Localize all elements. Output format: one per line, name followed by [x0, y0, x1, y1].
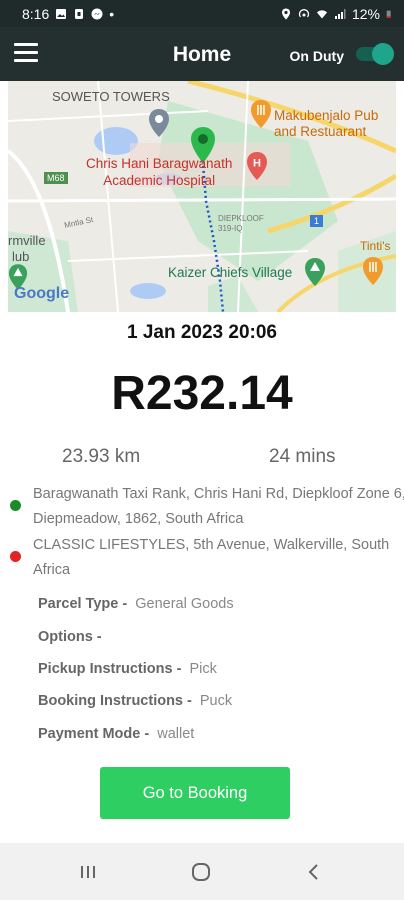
payment-mode-label: Payment Mode -: [38, 726, 150, 742]
parcel-type-value: General Goods: [135, 596, 234, 612]
status-dot: •: [109, 5, 115, 22]
map-label-diepkloof: DIEPKLOOF 319-IQ: [218, 214, 264, 233]
map-label-soweto: SOWETO TOWERS: [52, 89, 170, 104]
battery-percent: 12%: [351, 5, 380, 22]
booking-instructions-value: Puck: [199, 693, 233, 709]
park-pin-icon: [305, 258, 325, 286]
payment-mode-row: Payment Mode - wallet: [38, 726, 194, 742]
road-shield-1: 1: [310, 215, 324, 227]
map-label-rmville: rmville: [8, 233, 46, 248]
dropoff-dot-icon: [10, 551, 21, 562]
location-icon: [281, 8, 290, 19]
parcel-type-row: Parcel Type - General Goods: [38, 596, 234, 612]
payment-mode-value: wallet: [157, 726, 195, 742]
pickup-instructions-value: Pick: [189, 661, 217, 677]
signal-icon: [334, 8, 346, 19]
pickup-instructions-label: Pickup Instructions -: [38, 661, 182, 677]
trip-datetime: 1 Jan 2023 20:06: [126, 322, 277, 343]
notification-lock-icon: [75, 8, 84, 19]
battery-icon: [386, 10, 391, 18]
trip-duration: 24 mins: [269, 446, 336, 467]
pickup-dot-icon: [10, 500, 21, 511]
options-label: Options -: [38, 629, 102, 645]
route-map[interactable]: H M68 1 SOWETO TOWERS Makubenjalo Pub an…: [8, 81, 396, 312]
hospital-pin-icon: H: [247, 152, 267, 180]
road-shield-m68: M68: [44, 172, 68, 184]
pickup-address: Baragwanath Taxi Rank, Chris Hani Rd, Di…: [33, 486, 404, 527]
poi-grey-pin-icon: [149, 109, 169, 137]
back-icon[interactable]: [284, 843, 344, 900]
messenger-icon: [91, 8, 103, 19]
wifi-icon: [316, 9, 327, 18]
options-row: Options -: [38, 629, 102, 645]
map-label-kaizer: Kaizer Chiefs Village: [168, 265, 293, 280]
restaurant-pin-icon: [251, 100, 271, 128]
trip-fare: R232.14: [111, 367, 293, 420]
map-label-pub: Makubenjalo Pub and Restuarant: [274, 108, 379, 139]
gallery-icon: [56, 8, 67, 19]
booking-instructions-label: Booking Instructions -: [38, 693, 192, 709]
app-bar: Home On Duty: [0, 27, 404, 81]
system-nav-bar: [0, 843, 404, 900]
parcel-type-label: Parcel Type -: [38, 596, 128, 612]
booking-instructions-row: Booking Instructions - Puck: [38, 693, 232, 709]
map-label-tintis: Tinti's: [360, 239, 391, 253]
hotspot-icon: [298, 8, 310, 17]
pickup-instructions-row: Pickup Instructions - Pick: [38, 661, 217, 677]
map-label-club: lub: [12, 249, 30, 264]
duty-toggle[interactable]: [356, 43, 394, 65]
recents-icon[interactable]: [58, 843, 118, 900]
dropoff-address: CLASSIC LIFESTYLES, 5th Avenue, Walkervi…: [33, 537, 390, 578]
map-label-hospital: Chris Hani Baragwanath Academic Hospital: [86, 156, 233, 188]
status-bar: 8:16 • 12%: [0, 0, 404, 27]
svg-text:H: H: [253, 158, 261, 170]
trip-distance: 23.93 km: [62, 446, 141, 467]
home-icon[interactable]: [171, 843, 231, 900]
restaurant-pin-2-icon: [363, 257, 383, 285]
duty-status-label: On Duty: [289, 48, 344, 64]
go-to-booking-button[interactable]: Go to Booking: [100, 767, 290, 819]
google-logo: Google: [14, 285, 70, 302]
status-time: 8:16: [22, 5, 50, 22]
